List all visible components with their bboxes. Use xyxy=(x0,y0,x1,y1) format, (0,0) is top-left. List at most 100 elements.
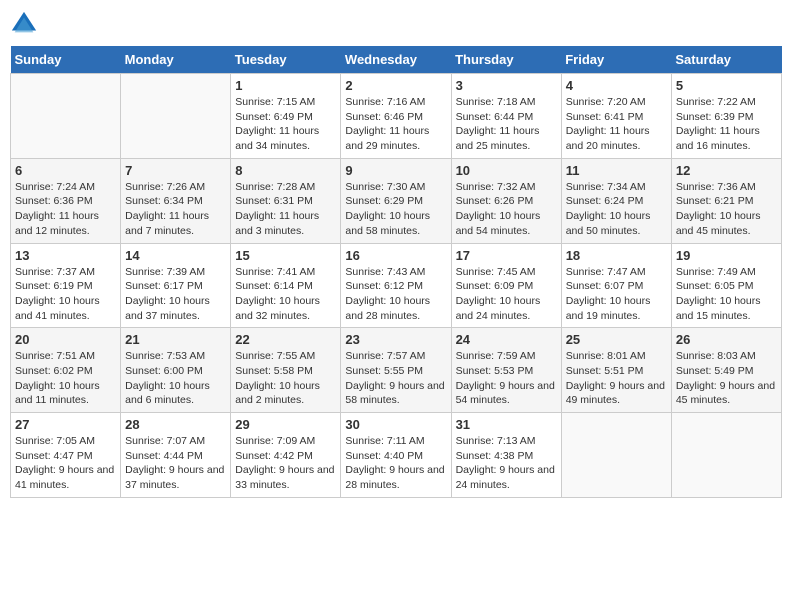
calendar-cell: 12Sunrise: 7:36 AMSunset: 6:21 PMDayligh… xyxy=(671,158,781,243)
calendar-cell: 30 Sunrise: 7:11 AMSunset: 4:40 PMDayligh… xyxy=(341,413,451,498)
calendar-cell: 21Sunrise: 7:53 AMSunset: 6:00 PMDayligh… xyxy=(121,328,231,413)
calendar-table: SundayMondayTuesdayWednesdayThursdayFrid… xyxy=(10,46,782,498)
calendar-week-row: 20 Sunrise: 7:51 AMSunset: 6:02 PMDayligh… xyxy=(11,328,782,413)
day-info: Sunrise: 7:05 AMSunset: 4:47 PMDaylight:… xyxy=(15,434,116,493)
calendar-cell: 18Sunrise: 7:47 AMSunset: 6:07 PMDayligh… xyxy=(561,243,671,328)
calendar-week-row: 13 Sunrise: 7:37 AMSunset: 6:19 PMDayligh… xyxy=(11,243,782,328)
day-info: Sunrise: 7:55 AMSunset: 5:58 PMDaylight:… xyxy=(235,349,336,408)
day-info: Sunrise: 8:03 AMSunset: 5:49 PMDaylight:… xyxy=(676,349,777,408)
day-number: 6 xyxy=(15,163,116,178)
page-header xyxy=(10,10,782,38)
day-number: 3 xyxy=(456,78,557,93)
calendar-cell: 25 Sunrise: 8:01 AMSunset: 5:51 PMDayligh… xyxy=(561,328,671,413)
day-info: Sunrise: 7:26 AMSunset: 6:34 PMDaylight:… xyxy=(125,180,226,239)
calendar-cell xyxy=(561,413,671,498)
day-number: 25 xyxy=(566,332,667,347)
calendar-cell: 4 Sunrise: 7:20 AMSunset: 6:41 PMDaylight… xyxy=(561,74,671,159)
day-number: 4 xyxy=(566,78,667,93)
calendar-cell: 22 Sunrise: 7:55 AMSunset: 5:58 PMDayligh… xyxy=(231,328,341,413)
calendar-cell: 29Sunrise: 7:09 AMSunset: 4:42 PMDayligh… xyxy=(231,413,341,498)
day-info: Sunrise: 7:22 AMSunset: 6:39 PMDaylight:… xyxy=(676,95,777,154)
calendar-cell: 23Sunrise: 7:57 AMSunset: 5:55 PMDayligh… xyxy=(341,328,451,413)
calendar-cell: 11 Sunrise: 7:34 AMSunset: 6:24 PMDayligh… xyxy=(561,158,671,243)
weekday-header: Wednesday xyxy=(341,46,451,74)
day-number: 22 xyxy=(235,332,336,347)
calendar-cell: 31 Sunrise: 7:13 AMSunset: 4:38 PMDayligh… xyxy=(451,413,561,498)
day-number: 9 xyxy=(345,163,446,178)
weekday-header: Saturday xyxy=(671,46,781,74)
calendar-week-row: 6 Sunrise: 7:24 AMSunset: 6:36 PMDaylight… xyxy=(11,158,782,243)
calendar-cell: 19 Sunrise: 7:49 AMSunset: 6:05 PMDayligh… xyxy=(671,243,781,328)
logo xyxy=(10,10,42,38)
calendar-cell: 14Sunrise: 7:39 AMSunset: 6:17 PMDayligh… xyxy=(121,243,231,328)
calendar-cell: 2 Sunrise: 7:16 AMSunset: 6:46 PMDaylight… xyxy=(341,74,451,159)
calendar-cell: 3 Sunrise: 7:18 AMSunset: 6:44 PMDaylight… xyxy=(451,74,561,159)
day-number: 28 xyxy=(125,417,226,432)
day-info: Sunrise: 7:53 AMSunset: 6:00 PMDaylight:… xyxy=(125,349,226,408)
calendar-cell: 16 Sunrise: 7:43 AMSunset: 6:12 PMDayligh… xyxy=(341,243,451,328)
day-number: 20 xyxy=(15,332,116,347)
day-info: Sunrise: 7:24 AMSunset: 6:36 PMDaylight:… xyxy=(15,180,116,239)
day-number: 31 xyxy=(456,417,557,432)
weekday-header: Tuesday xyxy=(231,46,341,74)
calendar-cell xyxy=(121,74,231,159)
day-info: Sunrise: 7:13 AMSunset: 4:38 PMDaylight:… xyxy=(456,434,557,493)
day-info: Sunrise: 7:37 AMSunset: 6:19 PMDaylight:… xyxy=(15,265,116,324)
calendar-cell: 8 Sunrise: 7:28 AMSunset: 6:31 PMDaylight… xyxy=(231,158,341,243)
day-info: Sunrise: 7:20 AMSunset: 6:41 PMDaylight:… xyxy=(566,95,667,154)
calendar-cell: 10 Sunrise: 7:32 AMSunset: 6:26 PMDayligh… xyxy=(451,158,561,243)
day-number: 11 xyxy=(566,163,667,178)
day-info: Sunrise: 7:11 AMSunset: 4:40 PMDaylight:… xyxy=(345,434,446,493)
calendar-cell: 1Sunrise: 7:15 AMSunset: 6:49 PMDaylight… xyxy=(231,74,341,159)
calendar-cell: 13 Sunrise: 7:37 AMSunset: 6:19 PMDayligh… xyxy=(11,243,121,328)
day-info: Sunrise: 7:15 AMSunset: 6:49 PMDaylight:… xyxy=(235,95,336,154)
day-info: Sunrise: 7:49 AMSunset: 6:05 PMDaylight:… xyxy=(676,265,777,324)
day-number: 16 xyxy=(345,248,446,263)
day-info: Sunrise: 7:36 AMSunset: 6:21 PMDaylight:… xyxy=(676,180,777,239)
calendar-cell: 20 Sunrise: 7:51 AMSunset: 6:02 PMDayligh… xyxy=(11,328,121,413)
day-number: 10 xyxy=(456,163,557,178)
calendar-cell: 24Sunrise: 7:59 AMSunset: 5:53 PMDayligh… xyxy=(451,328,561,413)
day-info: Sunrise: 8:01 AMSunset: 5:51 PMDaylight:… xyxy=(566,349,667,408)
calendar-cell: 5 Sunrise: 7:22 AMSunset: 6:39 PMDaylight… xyxy=(671,74,781,159)
day-info: Sunrise: 7:09 AMSunset: 4:42 PMDaylight:… xyxy=(235,434,336,493)
day-number: 23 xyxy=(345,332,446,347)
day-number: 17 xyxy=(456,248,557,263)
day-info: Sunrise: 7:34 AMSunset: 6:24 PMDaylight:… xyxy=(566,180,667,239)
day-number: 2 xyxy=(345,78,446,93)
weekday-header: Friday xyxy=(561,46,671,74)
day-info: Sunrise: 7:30 AMSunset: 6:29 PMDaylight:… xyxy=(345,180,446,239)
day-number: 19 xyxy=(676,248,777,263)
day-info: Sunrise: 7:47 AMSunset: 6:07 PMDaylight:… xyxy=(566,265,667,324)
day-number: 27 xyxy=(15,417,116,432)
weekday-header: Sunday xyxy=(11,46,121,74)
logo-icon xyxy=(10,10,38,38)
day-info: Sunrise: 7:16 AMSunset: 6:46 PMDaylight:… xyxy=(345,95,446,154)
calendar-week-row: 1Sunrise: 7:15 AMSunset: 6:49 PMDaylight… xyxy=(11,74,782,159)
day-number: 30 xyxy=(345,417,446,432)
calendar-cell: 7Sunrise: 7:26 AMSunset: 6:34 PMDaylight… xyxy=(121,158,231,243)
day-info: Sunrise: 7:32 AMSunset: 6:26 PMDaylight:… xyxy=(456,180,557,239)
day-info: Sunrise: 7:18 AMSunset: 6:44 PMDaylight:… xyxy=(456,95,557,154)
calendar-cell: 28 Sunrise: 7:07 AMSunset: 4:44 PMDayligh… xyxy=(121,413,231,498)
day-number: 13 xyxy=(15,248,116,263)
day-info: Sunrise: 7:07 AMSunset: 4:44 PMDaylight:… xyxy=(125,434,226,493)
day-info: Sunrise: 7:41 AMSunset: 6:14 PMDaylight:… xyxy=(235,265,336,324)
day-info: Sunrise: 7:39 AMSunset: 6:17 PMDaylight:… xyxy=(125,265,226,324)
calendar-cell: 15 Sunrise: 7:41 AMSunset: 6:14 PMDayligh… xyxy=(231,243,341,328)
calendar-cell xyxy=(671,413,781,498)
day-info: Sunrise: 7:51 AMSunset: 6:02 PMDaylight:… xyxy=(15,349,116,408)
calendar-cell: 6 Sunrise: 7:24 AMSunset: 6:36 PMDaylight… xyxy=(11,158,121,243)
day-number: 15 xyxy=(235,248,336,263)
day-info: Sunrise: 7:28 AMSunset: 6:31 PMDaylight:… xyxy=(235,180,336,239)
day-number: 5 xyxy=(676,78,777,93)
calendar-cell: 26Sunrise: 8:03 AMSunset: 5:49 PMDayligh… xyxy=(671,328,781,413)
day-number: 8 xyxy=(235,163,336,178)
calendar-cell: 27 Sunrise: 7:05 AMSunset: 4:47 PMDayligh… xyxy=(11,413,121,498)
header-row: SundayMondayTuesdayWednesdayThursdayFrid… xyxy=(11,46,782,74)
calendar-week-row: 27 Sunrise: 7:05 AMSunset: 4:47 PMDayligh… xyxy=(11,413,782,498)
calendar-cell: 9 Sunrise: 7:30 AMSunset: 6:29 PMDaylight… xyxy=(341,158,451,243)
calendar-cell: 17Sunrise: 7:45 AMSunset: 6:09 PMDayligh… xyxy=(451,243,561,328)
weekday-header: Thursday xyxy=(451,46,561,74)
day-info: Sunrise: 7:43 AMSunset: 6:12 PMDaylight:… xyxy=(345,265,446,324)
